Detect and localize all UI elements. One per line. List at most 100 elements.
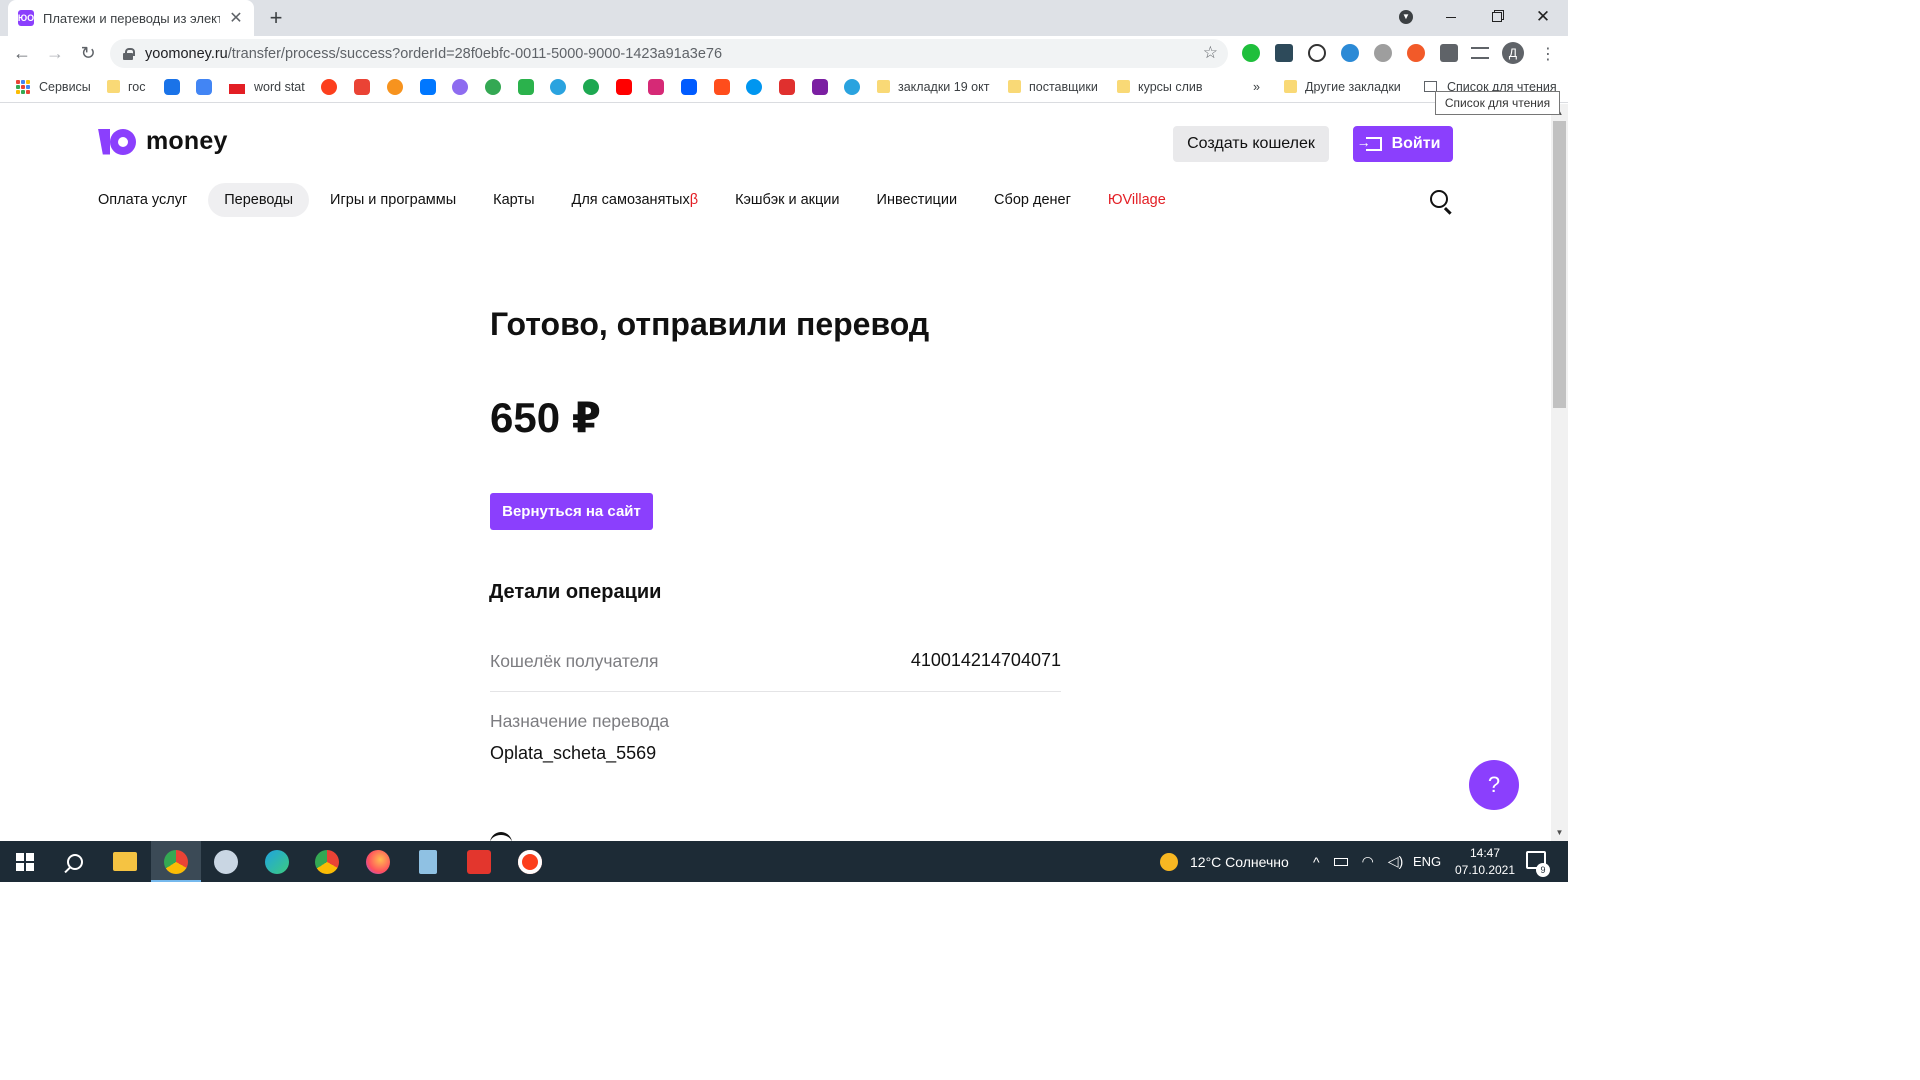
taskbar-clock[interactable]: 14:47 07.10.2021 xyxy=(1450,845,1520,879)
taskbar-edge[interactable] xyxy=(252,841,302,882)
firefox-icon xyxy=(366,849,390,874)
page-title: Готово, отправили перевод xyxy=(490,306,930,342)
new-tab-plus-icon[interactable]: + xyxy=(262,4,290,32)
nav-item-cashback[interactable]: Кэшбэк и акции xyxy=(719,183,855,217)
cutoff-heading-fragment xyxy=(490,832,512,841)
taskbar-chrome-2[interactable] xyxy=(302,841,352,882)
bookmark-star-icon[interactable] xyxy=(518,79,534,95)
extension-green-icon[interactable] xyxy=(1242,44,1260,62)
profile-avatar[interactable]: Д xyxy=(1502,42,1524,64)
nav-item-games[interactable]: Игры и программы xyxy=(314,183,472,217)
purpose-value: Oplata_scheta_5569 xyxy=(490,743,657,763)
folder-icon xyxy=(877,80,890,93)
extension-blue-icon[interactable] xyxy=(1341,44,1359,62)
extension-orange-icon[interactable] xyxy=(1407,44,1425,62)
nav-item-selfemployed[interactable]: Для самозанятыхβ xyxy=(556,183,715,217)
beta-badge: β xyxy=(689,192,699,208)
taskbar-paint[interactable] xyxy=(201,841,251,882)
nav-item-investments[interactable]: Инвестиции xyxy=(861,183,974,217)
apps-grid-icon xyxy=(16,79,30,94)
taskbar-explorer[interactable] xyxy=(100,841,150,882)
bookmark-wordstat[interactable]: word stat xyxy=(229,78,305,95)
bookmark-wildberries-icon[interactable] xyxy=(812,79,828,95)
taskbar-notepad[interactable] xyxy=(403,841,453,882)
browser-tab-active[interactable]: ЮО Платежи и переводы из электронного ко… xyxy=(8,0,254,36)
bookmark-ok-icon[interactable] xyxy=(387,79,403,95)
media-control-icon[interactable] xyxy=(1471,47,1489,59)
bookmark-dots-icon[interactable] xyxy=(485,79,501,95)
nav-item-transfers[interactable]: Переводы xyxy=(208,183,310,217)
wps-icon xyxy=(467,849,491,874)
scroll-down-arrow-icon[interactable]: ▼ xyxy=(1551,824,1568,841)
bookmark-gos[interactable]: гос xyxy=(107,78,146,95)
extension-eye-icon[interactable] xyxy=(1308,44,1326,62)
reload-icon[interactable]: ↻ xyxy=(74,39,102,67)
nav-item-yuvillage[interactable]: ЮVillage xyxy=(1092,183,1182,217)
close-window-icon[interactable]: ✕ xyxy=(1520,0,1566,34)
taskbar-search-button[interactable] xyxy=(50,841,100,882)
login-button[interactable]: Войти xyxy=(1353,126,1453,162)
battery-icon[interactable] xyxy=(1333,857,1348,866)
tab-search-chevron-icon[interactable]: ▼ xyxy=(1383,0,1429,34)
start-button[interactable] xyxy=(0,841,50,882)
extensions-puzzle-icon[interactable] xyxy=(1440,44,1458,62)
bookmark-youtube-icon[interactable] xyxy=(616,79,632,95)
bookmarks-more-chevron[interactable]: » xyxy=(1253,78,1260,95)
page-scrollbar[interactable]: ▲ ▼ xyxy=(1551,104,1568,841)
wifi-icon[interactable]: ◠ xyxy=(1362,853,1374,870)
bookmark-telegram2-icon[interactable] xyxy=(844,79,860,95)
nav-item-services[interactable]: Оплата услуг xyxy=(82,183,203,217)
bookmark-drive-icon[interactable] xyxy=(164,79,180,95)
weather-widget[interactable]: 12°C Солнечно xyxy=(1160,841,1289,882)
sun-icon xyxy=(1160,852,1178,871)
bookmark-cart-icon[interactable] xyxy=(681,79,697,95)
minimize-icon[interactable] xyxy=(1428,0,1474,34)
bookmark-folder-courses[interactable]: курсы слив xyxy=(1117,78,1203,95)
page-viewport: money Создать кошелек Войти Оплата услуг… xyxy=(0,104,1551,841)
extension-uk-icon[interactable] xyxy=(1275,44,1293,62)
bookmark-instagram-icon[interactable] xyxy=(648,79,664,95)
notification-count-badge: 9 xyxy=(1536,863,1550,877)
bookmark-translate-icon[interactable] xyxy=(196,79,212,95)
bookmark-folder-suppliers[interactable]: поставщики xyxy=(1008,78,1098,95)
notepad-icon xyxy=(419,849,437,874)
restore-icon[interactable] xyxy=(1474,0,1520,34)
bookmark-folder-z19[interactable]: закладки 19 окт xyxy=(877,78,989,95)
bookmark-sparkle-icon[interactable] xyxy=(452,79,468,95)
taskbar-chrome[interactable] xyxy=(151,841,201,882)
extension-gray-icon[interactable] xyxy=(1374,44,1392,62)
bookmark-apps[interactable]: Сервисы xyxy=(16,78,91,95)
nav-item-fundraising[interactable]: Сбор денег xyxy=(978,183,1087,217)
bookmark-aliexpress-icon[interactable] xyxy=(714,79,730,95)
back-to-site-button[interactable]: Вернуться на сайт xyxy=(490,493,653,530)
tab-close-icon[interactable]: ✕ xyxy=(228,8,244,28)
address-bar[interactable]: yoomoney.ru/transfer/process/success?ord… xyxy=(110,39,1228,68)
taskbar-wps[interactable] xyxy=(454,841,504,882)
bookmark-folder-other[interactable]: Другие закладки xyxy=(1284,78,1401,95)
back-arrow-icon[interactable]: ← xyxy=(8,39,36,67)
taskbar-yandex[interactable] xyxy=(505,841,555,882)
tray-chevron-up-icon[interactable]: ^ xyxy=(1313,854,1320,870)
yoomoney-logo[interactable]: money xyxy=(98,127,228,156)
search-icon[interactable] xyxy=(1430,190,1448,208)
yoomoney-favicon-icon: ЮО xyxy=(18,10,34,26)
bookmark-star-icon[interactable]: ☆ xyxy=(1203,43,1218,63)
language-indicator[interactable]: ENG xyxy=(1413,841,1441,882)
help-button[interactable]: ? xyxy=(1469,760,1519,810)
taskbar-firefox[interactable] xyxy=(353,841,403,882)
bookmark-yandex-icon[interactable] xyxy=(321,79,337,95)
create-wallet-button[interactable]: Создать кошелек xyxy=(1173,126,1329,162)
menu-kebab-icon[interactable]: ⋮ xyxy=(1540,44,1556,64)
bookmark-z-icon[interactable] xyxy=(746,79,762,95)
forward-arrow-icon[interactable]: → xyxy=(41,39,69,67)
folder-icon xyxy=(1117,80,1130,93)
nav-item-cards[interactable]: Карты xyxy=(477,183,550,217)
bookmark-green-s-icon[interactable] xyxy=(583,79,599,95)
volume-icon[interactable]: ◁) xyxy=(1388,853,1403,870)
scroll-thumb[interactable] xyxy=(1553,121,1566,408)
bookmark-qr-icon[interactable] xyxy=(779,79,795,95)
bookmark-gmail-icon[interactable] xyxy=(354,79,370,95)
system-tray-icons[interactable]: ^ ◠ ◁) xyxy=(1313,841,1403,882)
bookmark-telegram-icon[interactable] xyxy=(550,79,566,95)
bookmark-vk-icon[interactable] xyxy=(420,79,436,95)
